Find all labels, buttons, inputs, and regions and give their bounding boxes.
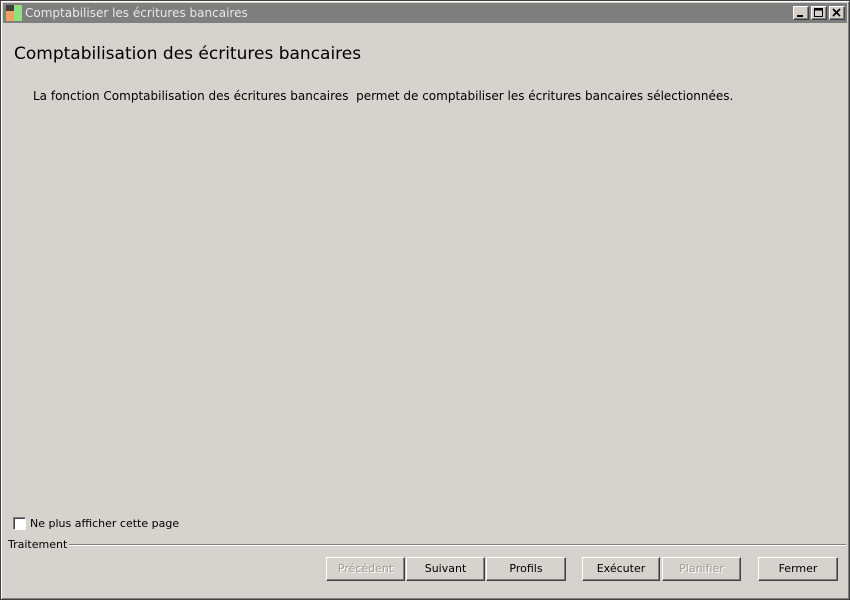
window-title: Comptabiliser les écritures bancaires	[25, 6, 248, 20]
app-icon	[6, 5, 22, 21]
next-button[interactable]: Suivant	[406, 557, 485, 581]
hide-page-label[interactable]: Ne plus afficher cette page	[30, 517, 179, 530]
page-description: La fonction Comptabilisation des écritur…	[33, 89, 734, 103]
group-label: Traitement	[8, 538, 70, 551]
wizard-window: Comptabiliser les écritures bancaires Co…	[0, 0, 850, 600]
group-divider	[61, 544, 846, 546]
maximize-icon[interactable]	[811, 6, 827, 20]
execute-button[interactable]: Exécuter	[582, 557, 660, 581]
previous-button[interactable]: Précédent	[326, 557, 405, 581]
minimize-icon[interactable]	[793, 6, 809, 20]
page-title: Comptabilisation des écritures bancaires	[14, 44, 362, 64]
schedule-button[interactable]: Planifier	[662, 557, 741, 581]
close-button[interactable]: Fermer	[758, 557, 838, 581]
window-controls	[793, 6, 845, 20]
profiles-button[interactable]: Profils	[486, 557, 566, 581]
title-bar[interactable]: Comptabiliser les écritures bancaires	[3, 3, 847, 23]
hide-page-checkbox[interactable]	[13, 517, 26, 530]
hide-page-option[interactable]: Ne plus afficher cette page	[13, 517, 179, 530]
close-icon[interactable]	[829, 6, 845, 20]
